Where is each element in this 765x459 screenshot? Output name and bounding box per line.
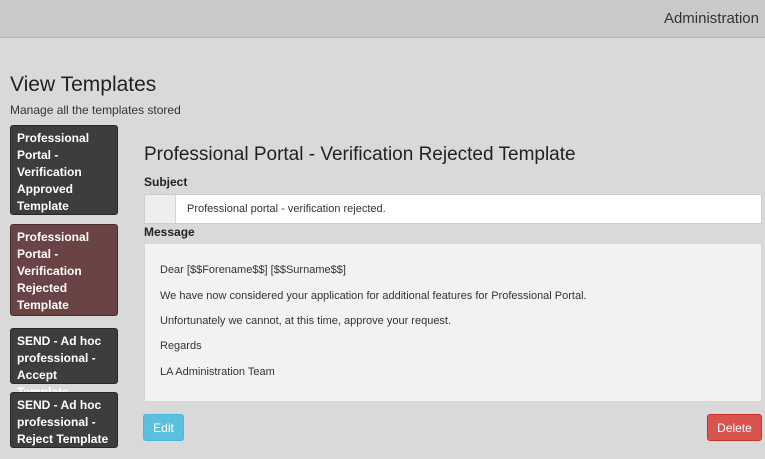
- subject-field: Professional portal - verification rejec…: [144, 194, 762, 224]
- template-item-verification-approved[interactable]: Professional Portal - Verification Appro…: [10, 125, 118, 215]
- subject-value: Professional portal - verification rejec…: [187, 203, 386, 215]
- page-subtitle: Manage all the templates stored: [10, 103, 181, 117]
- template-item-send-reject[interactable]: SEND - Ad hoc professional - Reject Temp…: [10, 392, 118, 448]
- delete-button[interactable]: Delete: [707, 414, 762, 441]
- message-body: Dear [$$Forename$$] [$$Surname$$] We hav…: [144, 243, 762, 402]
- message-line: LA Administration Team: [160, 366, 275, 378]
- template-heading: Professional Portal - Verification Rejec…: [144, 144, 576, 165]
- message-line: Dear [$$Forename$$] [$$Surname$$]: [160, 264, 346, 276]
- administration-link[interactable]: Administration: [664, 10, 759, 27]
- message-line: We have now considered your application …: [160, 290, 587, 302]
- subject-label: Subject: [144, 175, 188, 189]
- page-title: View Templates: [10, 73, 157, 96]
- template-item-send-accept[interactable]: SEND - Ad hoc professional - Accept Temp…: [10, 328, 118, 399]
- template-item-verification-rejected[interactable]: Professional Portal - Verification Rejec…: [10, 224, 118, 316]
- top-bar: Administration: [0, 0, 765, 38]
- message-line: Regards: [160, 340, 202, 352]
- edit-button[interactable]: Edit: [143, 414, 184, 441]
- subject-addon: [145, 195, 176, 223]
- message-line: Unfortunately we cannot, at this time, a…: [160, 315, 452, 327]
- message-label: Message: [144, 225, 195, 239]
